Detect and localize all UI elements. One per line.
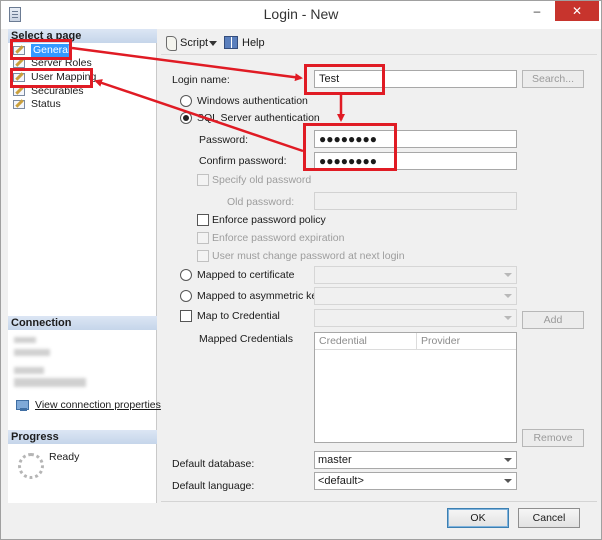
- arrow-general-to-login-name: [71, 46, 303, 82]
- annotation-arrows: [71, 46, 345, 153]
- arrow-passwords-to-user-mapping: [94, 79, 304, 153]
- login-new-dialog: Login - New – ✕ Select a page General Se…: [0, 0, 602, 540]
